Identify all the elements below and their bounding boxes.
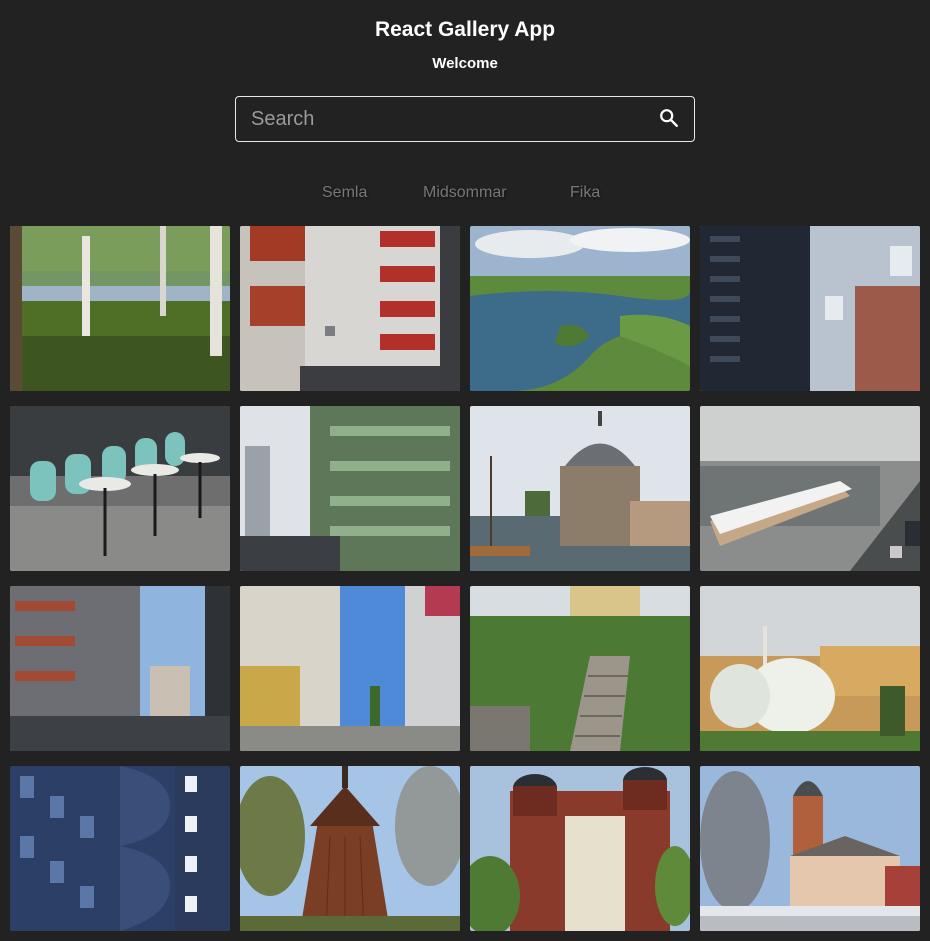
app-page: React Gallery App Welcome Semla Midsomma… xyxy=(0,0,930,941)
photo-image xyxy=(470,226,690,391)
photo-image xyxy=(700,226,920,391)
photo-image xyxy=(700,406,920,571)
photo-image xyxy=(470,586,690,751)
gallery-photo[interactable] xyxy=(240,586,460,751)
gallery-photo[interactable] xyxy=(10,586,230,751)
gallery-photo[interactable] xyxy=(700,226,920,391)
photo-image xyxy=(10,766,230,931)
gallery-photo[interactable] xyxy=(240,766,460,931)
gallery-photo[interactable] xyxy=(240,226,460,391)
gallery-photo[interactable] xyxy=(470,766,690,931)
photo-image xyxy=(700,766,920,931)
gallery-photo[interactable] xyxy=(470,406,690,571)
photo-image xyxy=(240,766,460,931)
gallery-photo[interactable] xyxy=(470,226,690,391)
photo-image xyxy=(470,766,690,931)
gallery-photo[interactable] xyxy=(700,766,920,931)
photo-image xyxy=(240,406,460,571)
gallery-photo[interactable] xyxy=(10,406,230,571)
gallery-photo[interactable] xyxy=(10,766,230,931)
photo-image xyxy=(240,586,460,751)
photo-image xyxy=(470,406,690,571)
photo-image xyxy=(700,586,920,751)
gallery-photo[interactable] xyxy=(470,586,690,751)
photo-image xyxy=(10,586,230,751)
photo-image xyxy=(10,406,230,571)
photo-image xyxy=(10,226,230,391)
gallery-photo[interactable] xyxy=(10,226,230,391)
photo-image xyxy=(240,226,460,391)
gallery-photo[interactable] xyxy=(700,406,920,571)
photo-gallery xyxy=(0,0,930,941)
gallery-photo[interactable] xyxy=(700,586,920,751)
gallery-photo[interactable] xyxy=(240,406,460,571)
